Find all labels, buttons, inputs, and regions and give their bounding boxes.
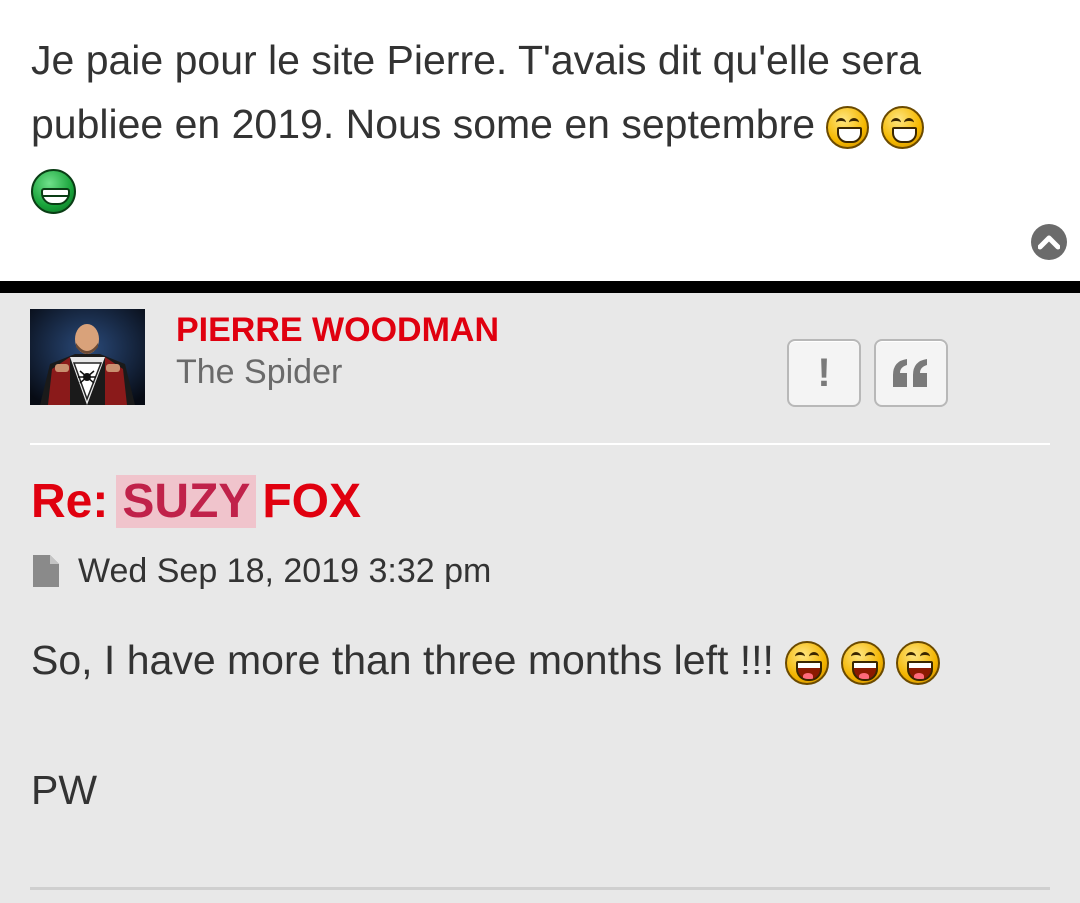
post-title-prefix: Re: bbox=[31, 475, 109, 528]
post-body-text: So, I have more than three months left !… bbox=[31, 637, 774, 683]
laughing-smiley-icon bbox=[785, 641, 830, 686]
post-body-line: So, I have more than three months left !… bbox=[31, 628, 1051, 692]
avatar[interactable] bbox=[30, 309, 145, 405]
previous-post-text: Je paie pour le site Pierre. T'avais dit… bbox=[31, 37, 922, 147]
quote-icon bbox=[893, 359, 927, 387]
green-grin-smiley-icon bbox=[31, 168, 76, 214]
laughing-smiley-icon bbox=[840, 641, 885, 686]
post-title-suffix: FOX bbox=[262, 475, 362, 528]
post-date-text: Wed Sep 18, 2019 3:32 pm bbox=[78, 551, 492, 590]
grin-smiley-icon bbox=[826, 105, 870, 149]
chevron-up-icon bbox=[1038, 235, 1060, 250]
search-highlight: SUZY bbox=[116, 475, 257, 528]
exclamation-icon: ! bbox=[817, 350, 831, 395]
header-divider bbox=[30, 443, 1050, 445]
laughing-smiley-icon bbox=[896, 641, 941, 686]
previous-post: Je paie pour le site Pierre. T'avais dit… bbox=[0, 0, 1080, 281]
post-signature: PW bbox=[31, 767, 98, 813]
grin-smiley-icon bbox=[880, 105, 924, 149]
post-bottom-divider bbox=[30, 887, 1050, 890]
post-content: So, I have more than three months left !… bbox=[31, 628, 1051, 822]
back-to-top-button[interactable] bbox=[1031, 224, 1067, 260]
post-separator bbox=[0, 281, 1080, 293]
document-icon[interactable] bbox=[33, 555, 59, 587]
quote-button[interactable] bbox=[874, 339, 948, 407]
previous-post-content: Je paie pour le site Pierre. T'avais dit… bbox=[31, 28, 1041, 220]
post-date: Wed Sep 18, 2019 3:32 pm bbox=[33, 549, 491, 593]
author-name[interactable]: PIERRE WOODMAN bbox=[176, 311, 499, 350]
author-rank: The Spider bbox=[176, 353, 343, 391]
post: PIERRE WOODMAN The Spider ! Re: SUZY FOX W… bbox=[0, 293, 1080, 903]
report-button[interactable]: ! bbox=[787, 339, 861, 407]
post-title[interactable]: Re: SUZY FOX bbox=[31, 469, 361, 535]
